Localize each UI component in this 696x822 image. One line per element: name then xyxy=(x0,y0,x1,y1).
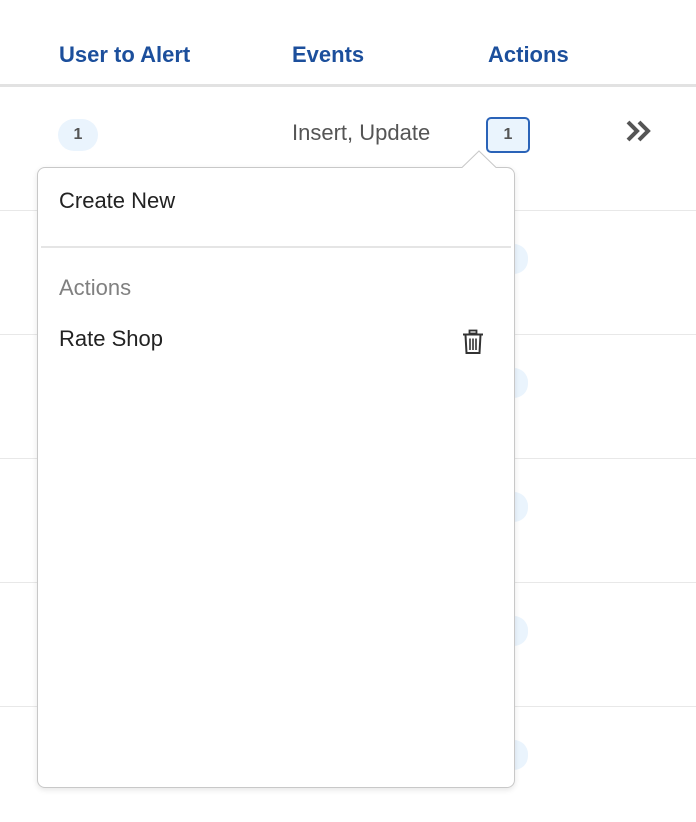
popover-section-label: Actions xyxy=(59,275,132,300)
popover-arrow xyxy=(462,150,496,168)
column-header-events[interactable]: Events xyxy=(292,42,364,68)
header-divider xyxy=(0,84,696,87)
actions-count-button[interactable]: 1 xyxy=(486,117,530,153)
trash-icon[interactable] xyxy=(462,329,484,355)
column-header-user-to-alert[interactable]: User to Alert xyxy=(59,42,190,68)
events-cell: Insert, Update xyxy=(292,120,431,145)
column-header-actions[interactable]: Actions xyxy=(488,42,569,68)
popover-divider xyxy=(41,246,511,248)
alerts-table-page: User to Alert Events Actions 1 Insert, U… xyxy=(0,0,696,822)
action-item-rate-shop[interactable]: Rate Shop xyxy=(59,326,163,352)
user-count-badge[interactable]: 1 xyxy=(58,119,98,151)
create-new-button[interactable]: Create New xyxy=(59,188,175,214)
double-chevron-right-icon[interactable] xyxy=(624,118,656,146)
actions-popover: Create New Actions Rate Shop xyxy=(37,167,515,788)
